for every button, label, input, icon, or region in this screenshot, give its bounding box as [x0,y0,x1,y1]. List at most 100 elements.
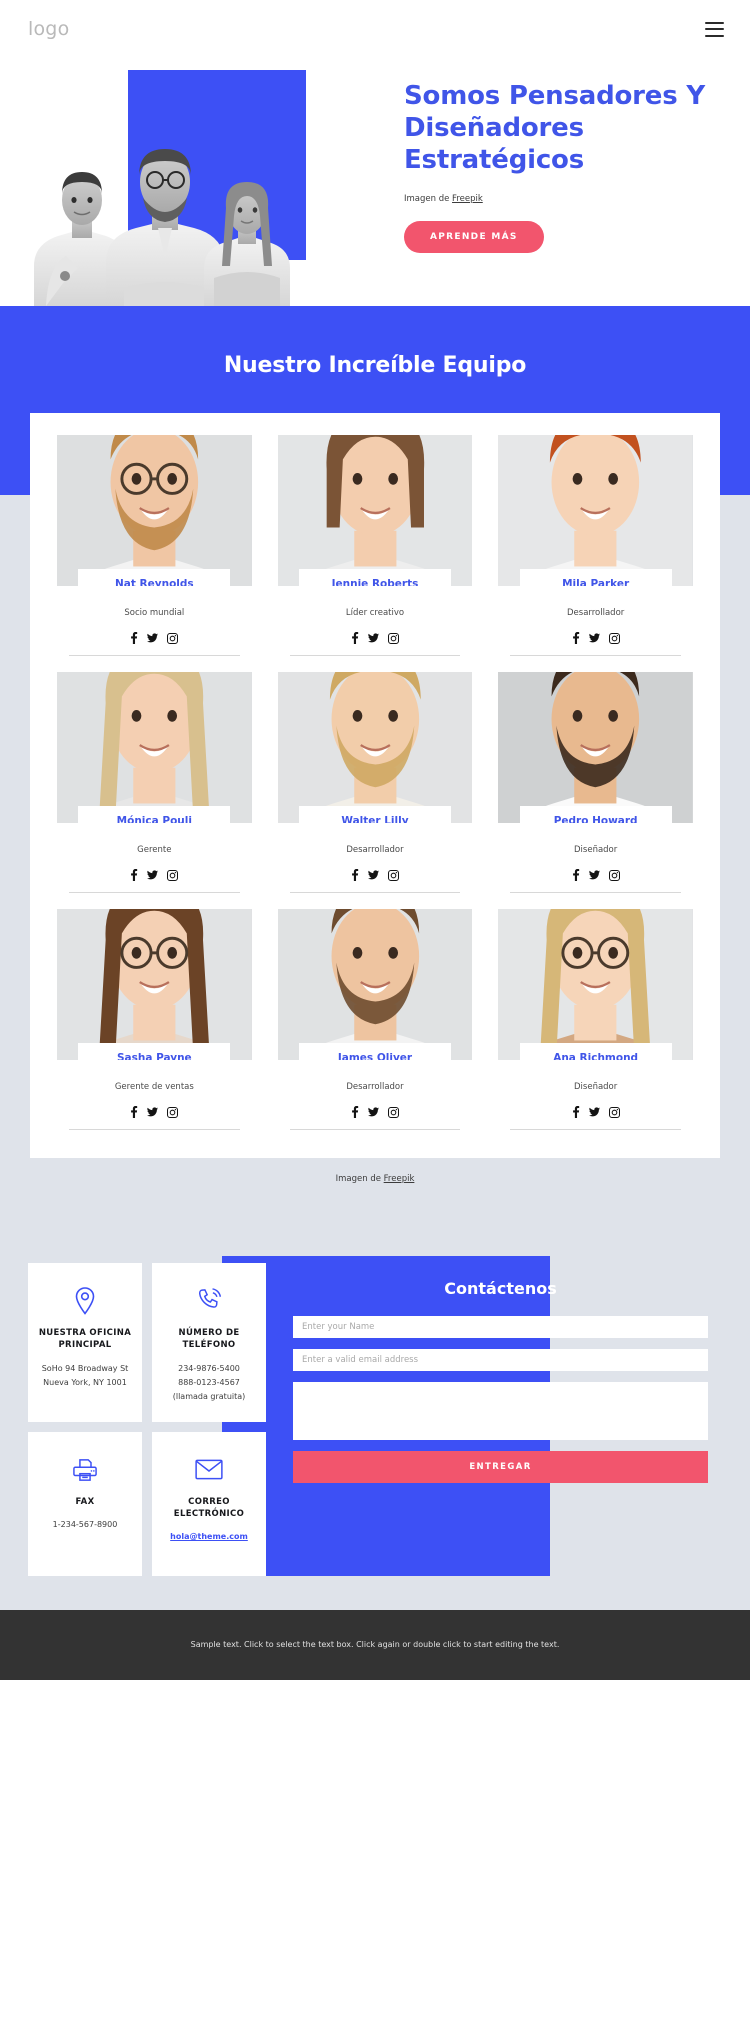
burger-line [705,28,724,30]
twitter-icon[interactable] [147,633,159,643]
member-name-plate: Mila Parker [519,569,672,586]
contact-form-title: Contáctenos [444,1279,557,1298]
footer-text: Sample text. Click to select the text bo… [190,1639,560,1649]
burger-line [705,34,724,37]
twitter-icon[interactable] [588,1107,600,1117]
member-role: Gerente de ventas [114,1082,194,1092]
instagram-icon[interactable] [387,632,399,644]
member-divider [69,1129,240,1130]
info-line: 888-0123-4567 (llamada gratuita) [172,1377,246,1401]
twitter-icon[interactable] [367,870,379,880]
team-member-card[interactable]: Jennie Roberts Líder creativo [265,425,486,662]
member-role: Diseñador [574,1082,618,1092]
team-heading: Nuestro Increíble Equipo [223,353,527,378]
hero-content: Somos Pensadores Y Diseñadores Estratégi… [404,80,714,253]
burger-line [705,21,724,24]
location-pin-icon [37,1283,133,1319]
email-input[interactable] [293,1349,708,1371]
hero-credit-link[interactable]: Freepik [452,194,483,204]
facebook-icon[interactable] [572,869,580,881]
member-name: Jennie Roberts [331,578,419,586]
member-photo: Nat Reynolds [57,435,252,586]
team-member-card[interactable]: Mila Parker Desarrollador [485,425,706,662]
team-credit-link[interactable]: Freepik [384,1174,415,1184]
contact-info-card: NÚMERO DE TELÉFONO 234-9876-5400 888-0123… [152,1263,266,1422]
member-photo: Mila Parker [498,435,693,586]
member-name-plate: Pedro Howard [519,806,672,823]
member-name-plate: Jennie Roberts [299,569,451,586]
member-photo: Pedro Howard [498,672,693,823]
info-line: 1-234-567-8900 [52,1519,118,1529]
learn-more-button[interactable]: APRENDE MÁS [404,220,544,253]
instagram-icon[interactable] [608,1106,620,1118]
team-member-card[interactable]: Pedro Howard Diseñador [485,662,706,899]
member-social-links [498,869,693,881]
facebook-icon[interactable] [572,1106,580,1118]
twitter-icon[interactable] [367,633,379,643]
instagram-icon[interactable] [608,869,620,881]
twitter-icon[interactable] [147,870,159,880]
team-member-card[interactable]: Ana Richmond Diseñador [485,899,706,1136]
twitter-icon[interactable] [367,1107,379,1117]
info-card-title: FAX [75,1496,95,1507]
member-social-links [278,869,473,881]
facebook-icon[interactable] [351,632,359,644]
team-member-card[interactable]: Walter Lilly Desarrollador [265,662,486,899]
team-credit-prefix: Imagen de [335,1174,384,1184]
logo[interactable]: logo [28,18,69,40]
member-name: Nat Reynolds [115,578,194,586]
member-social-links [278,1106,473,1118]
member-photo: Sasha Payne [57,909,252,1060]
submit-button[interactable]: ENTREGAR [293,1451,708,1483]
info-card-lines: SoHo 94 Broadway St Nueva York, NY 1001 [37,1362,133,1390]
instagram-icon[interactable] [387,1106,399,1118]
info-line: Nueva York, NY 1001 [43,1377,127,1387]
team-section: Nuestro Increíble Equipo Nat Reynolds So… [0,306,750,1184]
instagram-icon[interactable] [167,869,179,881]
hero-title: Somos Pensadores Y Diseñadores Estratégi… [404,81,705,176]
member-name-plate: Nat Reynolds [78,569,231,586]
instagram-icon[interactable] [167,632,179,644]
twitter-icon[interactable] [147,1107,159,1117]
facebook-icon[interactable] [130,869,138,881]
member-social-links [57,1106,252,1118]
info-line: 234-9876-5400 [178,1363,240,1373]
member-social-links [57,869,252,881]
facebook-icon[interactable] [351,869,359,881]
contact-info-card: FAX 1-234-567-8900 [28,1431,142,1576]
member-social-links [278,632,473,644]
member-photo: Jennie Roberts [277,435,473,586]
member-role: Socio mundial [124,608,185,618]
message-textarea[interactable] [293,1382,708,1440]
member-name-plate: Ana Richmond [519,1043,672,1060]
twitter-icon[interactable] [588,870,600,880]
twitter-icon[interactable] [588,633,600,643]
team-member-card[interactable]: James Oliver Desarrollador [265,899,486,1136]
facebook-icon[interactable] [351,1106,359,1118]
hamburger-menu-icon[interactable] [705,21,724,37]
facebook-icon[interactable] [130,632,138,644]
name-input[interactable] [293,1316,708,1338]
facebook-icon[interactable] [130,1106,138,1118]
instagram-icon[interactable] [387,869,399,881]
instagram-icon[interactable] [167,1106,179,1118]
member-divider [289,892,461,893]
member-social-links [498,632,693,644]
instagram-icon[interactable] [608,632,620,644]
member-divider [510,892,681,893]
member-name: Ana Richmond [553,1052,639,1060]
hero-credit-prefix: Imagen de [404,193,453,204]
team-member-card[interactable]: Mónica Pouli Gerente [44,662,265,899]
member-photo: Ana Richmond [498,909,693,1060]
member-divider [510,1129,681,1130]
facebook-icon[interactable] [572,632,580,644]
member-photo: James Oliver [277,909,473,1060]
team-card-panel: Nat Reynolds Socio mundial Jennie Robert… [30,413,720,1158]
email-link[interactable]: hola@theme.com [170,1532,248,1541]
team-member-card[interactable]: Nat Reynolds Socio mundial [44,425,265,662]
member-role: Gerente [137,845,172,855]
team-member-card[interactable]: Sasha Payne Gerente de ventas [44,899,265,1136]
info-card-lines: 234-9876-5400 888-0123-4567 (llamada grat… [161,1362,257,1404]
member-role: Diseñador [574,845,618,855]
member-role: Desarrollador [346,1082,404,1092]
